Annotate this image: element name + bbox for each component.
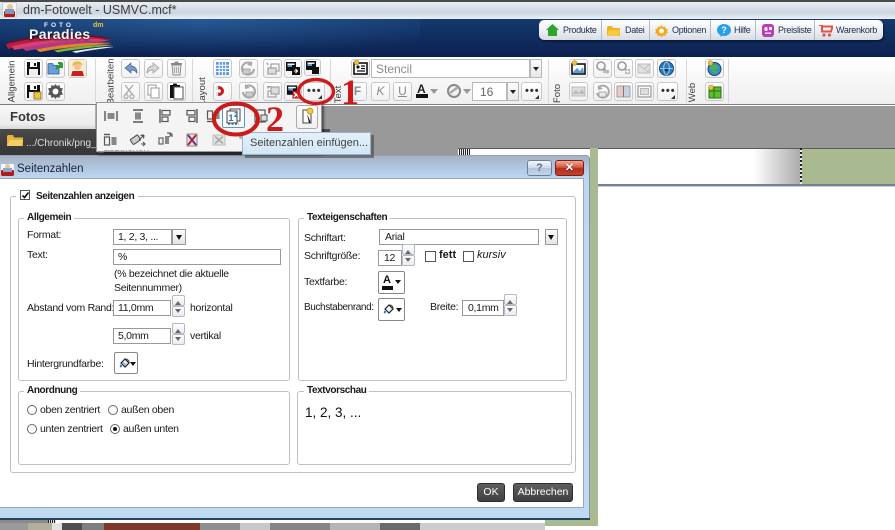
svg-text:?: ? bbox=[721, 25, 727, 35]
